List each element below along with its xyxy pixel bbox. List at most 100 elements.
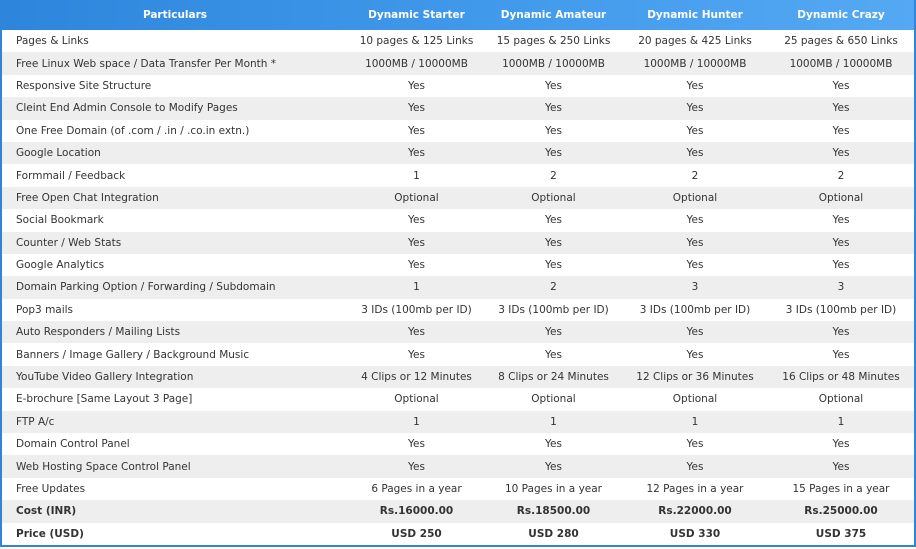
table-row: Auto Responders / Mailing Lists Yes Yes Yes… (2, 321, 914, 344)
value-hunter: Yes (686, 79, 704, 92)
value-crazy: USD 375 (815, 527, 867, 540)
feature-label: Google Analytics (16, 259, 105, 272)
value-hunter: 20 pages & 425 Links (638, 35, 752, 48)
feature-label: Auto Responders / Mailing Lists (16, 326, 181, 339)
value-crazy: Optional (818, 191, 864, 204)
feature-label: E-brochure [Same Layout 3 Page] (16, 393, 193, 406)
value-starter: Yes (408, 438, 425, 451)
value-hunter: 1 (691, 415, 699, 428)
value-hunter: Yes (686, 102, 704, 115)
feature-label: Free Open Chat Integration (16, 191, 159, 204)
feature-label: Banners / Image Gallery / Background Mus… (16, 348, 250, 361)
value-hunter: Yes (686, 236, 704, 249)
value-starter: 1 (413, 281, 420, 294)
feature-label: FTP A/c (16, 415, 55, 428)
table-row: Cleint End Admin Console to Modify Pages… (2, 97, 914, 120)
value-crazy: Yes (832, 214, 850, 227)
value-amateur: 8 Clips or 24 Minutes (498, 371, 609, 384)
table-row: Google Location Yes Yes Yes Yes (2, 141, 914, 165)
feature-label: Google Location (16, 147, 101, 160)
value-starter: Yes (408, 214, 425, 227)
value-starter: Yes (408, 147, 425, 160)
value-starter: Yes (408, 236, 425, 249)
table-row: Domain Parking Option / Forwarding / Sub… (2, 276, 914, 299)
feature-label: Price (USD) (16, 527, 84, 540)
pricing-table-frame: Particulars Dynamic Starter Dynamic Amat… (0, 0, 916, 547)
table-row: Domain Control Panel Yes Yes Yes Yes (2, 433, 914, 456)
header-dynamic-crazy: Dynamic Crazy (797, 9, 885, 21)
value-hunter: Optional (672, 393, 718, 406)
value-crazy: Rs.25000.00 (804, 505, 878, 518)
value-amateur: 1000MB / 10000MB (502, 57, 605, 70)
feature-label: One Free Domain (of .com / .in / .co.in … (16, 124, 250, 137)
header-particulars: Particulars (142, 9, 208, 21)
value-hunter: Yes (686, 214, 704, 227)
value-crazy: 1 (837, 415, 845, 428)
value-starter: 6 Pages in a year (371, 483, 462, 495)
value-crazy: Yes (832, 147, 850, 160)
value-amateur: 1 (550, 415, 557, 428)
value-crazy: 3 IDs (100mb per ID) (785, 303, 897, 316)
value-amateur: Yes (545, 79, 562, 92)
value-amateur: Yes (545, 214, 562, 227)
value-crazy: Yes (832, 79, 850, 92)
value-crazy: Yes (832, 326, 850, 339)
value-hunter: Yes (686, 259, 704, 272)
feature-label: Cost (INR) (16, 505, 77, 518)
header-dynamic-amateur: Dynamic Amateur (500, 9, 607, 21)
value-amateur: Yes (545, 438, 562, 451)
feature-label: Pages & Links (16, 35, 89, 48)
feature-label: Free Updates (16, 483, 86, 495)
value-hunter: Optional (672, 191, 718, 204)
feature-label: Counter / Web Stats (16, 236, 122, 249)
table-row: Formmail / Feedback 1 2 2 2 (2, 164, 914, 187)
value-amateur: Yes (545, 147, 562, 160)
table-row: Social Bookmark Yes Yes Yes Yes (2, 209, 914, 232)
value-hunter: Rs.22000.00 (658, 505, 732, 518)
value-starter: Yes (408, 79, 425, 92)
value-starter: Optional (394, 191, 439, 204)
table-row: Price (USD) USD 250 USD 280 USD 330 USD 375 (2, 522, 914, 545)
value-hunter: 12 Pages in a year (646, 483, 744, 495)
feature-label: Responsive Site Structure (16, 79, 152, 92)
value-amateur: Yes (545, 348, 562, 361)
feature-label: Pop3 mails (16, 303, 74, 316)
value-starter: Yes (408, 124, 425, 137)
table-row: Cost (INR) Rs.16000.00 Rs.18500.00 Rs.22000… (2, 500, 914, 523)
value-crazy: 16 Clips or 48 Minutes (782, 371, 900, 384)
value-starter: 1000MB / 10000MB (365, 57, 468, 70)
table-row: Pop3 mails 3 IDs (100mb per ID) 3 IDs (100… (2, 298, 914, 322)
table-row: Banners / Image Gallery / Background Mus… (2, 343, 914, 366)
table-row: Web Hosting Space Control Panel Yes Yes Yes… (2, 455, 914, 478)
value-hunter: USD 330 (669, 527, 721, 540)
value-hunter: Yes (686, 438, 704, 451)
value-hunter: Yes (686, 348, 704, 361)
value-starter: 3 IDs (100mb per ID) (361, 303, 472, 316)
value-crazy: Yes (832, 124, 850, 137)
feature-label: Formmail / Feedback (16, 169, 126, 182)
value-crazy: Yes (832, 438, 850, 451)
value-starter: USD 250 (391, 527, 442, 540)
value-amateur: Yes (545, 326, 562, 339)
table-row: Free Linux Web space / Data Transfer Per… (2, 52, 914, 75)
value-hunter: Yes (686, 460, 704, 473)
value-crazy: 2 (837, 169, 845, 182)
feature-label: Domain Control Panel (16, 438, 130, 451)
value-starter: Yes (408, 460, 425, 473)
feature-label: Free Linux Web space / Data Transfer Per… (16, 57, 277, 70)
value-crazy: Yes (832, 236, 850, 249)
value-starter: Yes (408, 326, 425, 339)
value-crazy: Yes (832, 460, 850, 473)
value-amateur: Yes (545, 460, 562, 473)
value-crazy: Optional (818, 393, 864, 406)
value-starter: 10 pages & 125 Links (359, 35, 474, 48)
feature-label: Social Bookmark (16, 214, 104, 227)
value-crazy: 15 Pages in a year (792, 483, 890, 495)
value-crazy: Yes (832, 348, 850, 361)
value-starter: 1 (413, 169, 420, 182)
table-row: E-brochure [Same Layout 3 Page] Optional O… (2, 388, 914, 411)
pricing-comparison-table: Particulars Dynamic Starter Dynamic Amat… (2, 0, 914, 545)
value-hunter: 2 (691, 169, 699, 182)
header-dynamic-starter: Dynamic Starter (368, 9, 465, 21)
feature-label: YouTube Video Gallery Integration (16, 371, 194, 384)
